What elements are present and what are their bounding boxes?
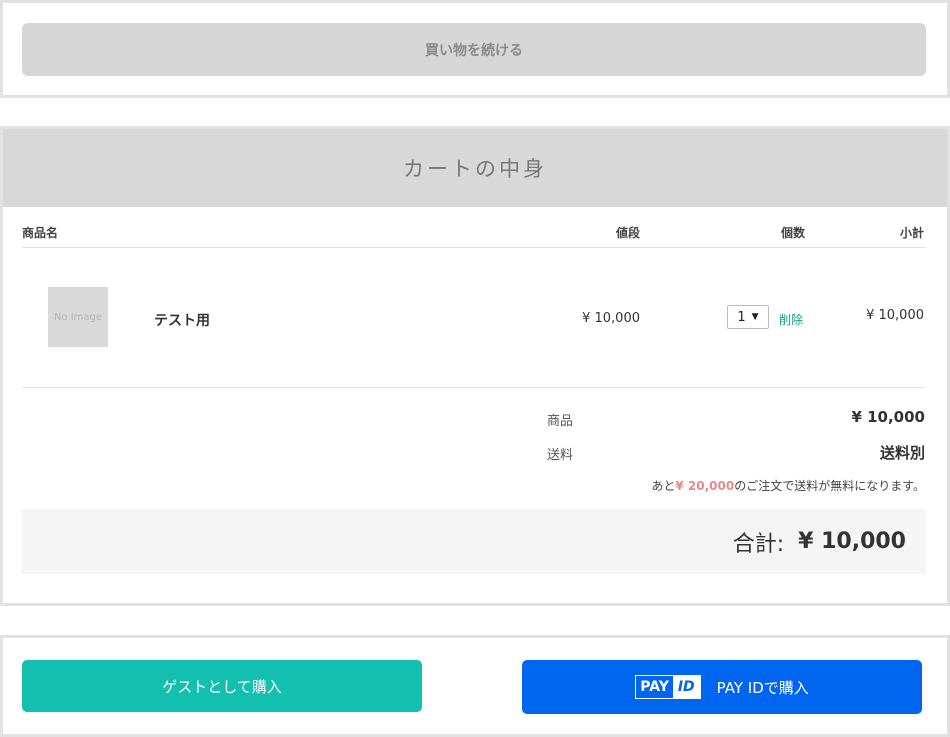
payid-logo-icon: PAY ID xyxy=(635,675,701,699)
note-suffix: のご注文で送料が無料になります。 xyxy=(734,479,925,493)
total-value: ¥ 10,000 xyxy=(798,529,906,554)
quantity-value: 1 xyxy=(737,309,746,325)
checkout-panel: ゲストとして購入 PAY ID PAY IDで購入 xyxy=(0,635,950,737)
delete-link[interactable]: 削除 xyxy=(779,311,803,328)
column-header-price: 値段 xyxy=(615,226,640,240)
continue-shopping-button[interactable]: 買い物を続ける xyxy=(22,23,926,76)
quantity-select[interactable]: 1 ▼ xyxy=(727,305,769,329)
divider xyxy=(22,387,926,388)
payid-button-label: PAY IDで購入 xyxy=(716,678,809,697)
total-bar: 合計: ¥ 10,000 xyxy=(22,509,926,574)
product-price: ¥ 10,000 xyxy=(582,311,640,326)
product-name[interactable]: テスト用 xyxy=(154,310,210,330)
payid-logo-pay: PAY xyxy=(640,679,669,695)
continue-shopping-panel: 買い物を続ける xyxy=(0,0,950,98)
product-subtotal: ¥ 10,000 xyxy=(866,308,924,323)
shipping-value: 送料別 xyxy=(879,444,925,462)
guest-checkout-button[interactable]: ゲストとして購入 xyxy=(22,660,422,712)
payid-checkout-button[interactable]: PAY ID PAY IDで購入 xyxy=(522,660,922,714)
cart-title: カートの中身 xyxy=(3,129,947,207)
free-shipping-note: あと¥ 20,000のご注文で送料が無料になります。 xyxy=(651,477,925,494)
divider xyxy=(22,247,926,248)
shipping-label: 送料 xyxy=(547,448,574,463)
dropdown-caret-icon: ▼ xyxy=(751,312,759,322)
total-label: 合計: xyxy=(732,531,785,557)
column-header-name: 商品名 xyxy=(22,226,59,240)
payid-logo-id: ID xyxy=(672,676,700,698)
column-header-subtotal: 小計 xyxy=(899,226,924,240)
product-thumbnail: No Image xyxy=(48,287,108,347)
goods-label: 商品 xyxy=(547,414,574,429)
note-amount: ¥ 20,000 xyxy=(675,479,735,493)
cart-panel: カートの中身 商品名 値段 個数 小計 No Image テスト用 ¥ 10,0… xyxy=(0,126,950,606)
column-header-qty: 個数 xyxy=(780,226,805,240)
goods-value: ¥ 10,000 xyxy=(851,408,925,426)
note-prefix: あと xyxy=(651,479,676,493)
